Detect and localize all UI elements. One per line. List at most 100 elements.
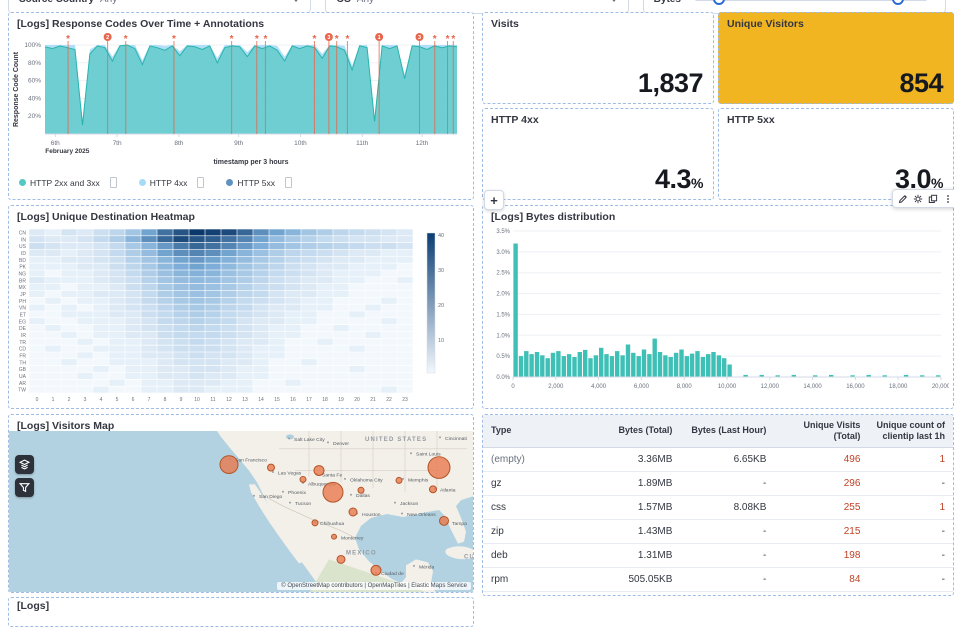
- settings-gear-icon[interactable]: [911, 192, 924, 205]
- svg-text:8,000: 8,000: [677, 384, 693, 390]
- table-cell: 84: [774, 567, 868, 591]
- legend-label: HTTP 2xx and 3xx: [30, 178, 100, 188]
- svg-text:2: 2: [68, 397, 71, 403]
- panel-hover-toolbar: [892, 189, 954, 208]
- layers-icon[interactable]: [15, 455, 34, 474]
- map-city-label: MEXICO: [346, 551, 377, 557]
- svg-text:40: 40: [438, 233, 444, 239]
- svg-text:11th: 11th: [356, 140, 369, 147]
- panel-title[interactable]: [Logs] Response Codes Over Time + Annota…: [9, 13, 473, 32]
- legend-swatch-icon: [139, 179, 146, 186]
- svg-text:BR: BR: [19, 278, 26, 284]
- map-city-label: Las Vegas: [278, 470, 302, 476]
- map-basemap[interactable]: Salt Lake CityDenverUNITED STATESCincinn…: [9, 431, 473, 593]
- bytes-range-slider[interactable]: [695, 0, 927, 1]
- visitor-marker[interactable]: [371, 565, 381, 575]
- edit-pencil-icon[interactable]: [896, 192, 909, 205]
- visitor-marker[interactable]: [430, 486, 437, 493]
- svg-text:US: US: [19, 244, 27, 250]
- table-cell: 1.89MB: [577, 471, 680, 495]
- metric-value: 854: [899, 68, 943, 99]
- visitor-marker[interactable]: [349, 508, 357, 516]
- visitor-marker[interactable]: [220, 456, 238, 474]
- table-cell: -: [868, 471, 953, 495]
- map-city-label: CUBA: [464, 554, 473, 560]
- panel-title[interactable]: [Logs]: [9, 598, 473, 614]
- add-panel-button[interactable]: +: [484, 190, 504, 210]
- panel-title[interactable]: Unique Visitors: [719, 13, 953, 32]
- svg-text:19: 19: [338, 397, 344, 403]
- table-cell: 1.57MB: [577, 495, 680, 519]
- visitor-marker[interactable]: [337, 555, 345, 563]
- table-row: css1.57MB8.08KB2551: [483, 495, 953, 519]
- visitor-marker[interactable]: [300, 476, 306, 482]
- svg-text:9th: 9th: [234, 140, 243, 147]
- svg-text:10,000: 10,000: [718, 384, 737, 390]
- panel-title[interactable]: [Logs] Unique Destination Heatmap: [9, 206, 473, 225]
- bytes-histogram-chart[interactable]: 0.0%0.5%1.0%1.5%2.0%2.5%3.0%3.5%02,0004,…: [483, 225, 949, 407]
- more-vertical-icon[interactable]: [941, 192, 954, 205]
- svg-text:*: *: [433, 34, 437, 45]
- svg-text:*: *: [451, 34, 455, 45]
- svg-text:10: 10: [194, 397, 200, 403]
- visitor-marker[interactable]: [314, 466, 324, 476]
- svg-text:11: 11: [210, 397, 215, 403]
- slider-handle-min[interactable]: [713, 0, 725, 5]
- visitor-marker[interactable]: [428, 457, 450, 479]
- panel-http4xx-metric: HTTP 4xx 4.3%: [482, 108, 714, 200]
- table-cell: -: [868, 567, 953, 591]
- visitor-marker[interactable]: [396, 477, 402, 483]
- svg-text:IR: IR: [21, 333, 26, 339]
- table-column-header[interactable]: Bytes (Total): [577, 415, 680, 447]
- visitor-marker[interactable]: [312, 520, 318, 526]
- legend-action-icon[interactable]: [110, 177, 117, 188]
- map-city-label: UNITED STATES: [365, 437, 427, 443]
- legend-item[interactable]: HTTP 4xx: [139, 178, 188, 188]
- svg-text:February 2025: February 2025: [45, 148, 89, 155]
- svg-text:*: *: [335, 34, 339, 45]
- svg-text:3: 3: [327, 35, 330, 41]
- svg-text:FR: FR: [19, 353, 26, 359]
- panel-title[interactable]: HTTP 4xx: [483, 109, 713, 128]
- svg-text:16,000: 16,000: [846, 384, 865, 390]
- legend-item[interactable]: HTTP 5xx: [226, 178, 275, 188]
- map-attribution[interactable]: © OpenStreetMap contributors | OpenMapTi…: [277, 582, 471, 590]
- visitor-marker[interactable]: [323, 482, 343, 502]
- visitor-marker[interactable]: [268, 464, 275, 471]
- heatmap-chart[interactable]: CNINUSIDBDPKNGBRMXJPPHVNETEGDEIRTRCDFRTH…: [9, 225, 469, 407]
- svg-text:1.0%: 1.0%: [496, 333, 510, 339]
- map-city-label: Houston: [362, 512, 381, 518]
- response-codes-chart[interactable]: 20%40%60%80%100%6thFebruary 20257th8th9t…: [9, 32, 469, 170]
- filter-tool-icon[interactable]: [15, 478, 34, 497]
- map-city-label: San Francisco: [235, 458, 267, 464]
- table-column-header[interactable]: Type: [483, 415, 577, 447]
- table-column-header[interactable]: Unique count of clientip last 1h: [868, 415, 953, 447]
- svg-text:3.5%: 3.5%: [496, 229, 510, 235]
- panel-destination-heatmap: [Logs] Unique Destination Heatmap CNINUS…: [8, 205, 474, 409]
- legend-action-icon[interactable]: [285, 177, 292, 188]
- table-cell: 6.65KB: [680, 447, 774, 471]
- table-cell: 3.36MB: [577, 447, 680, 471]
- table-column-header[interactable]: Bytes (Last Hour): [680, 415, 774, 447]
- legend-label: HTTP 5xx: [237, 178, 275, 188]
- svg-text:*: *: [124, 34, 128, 45]
- legend-action-icon[interactable]: [197, 177, 204, 188]
- control-label: OS: [336, 0, 350, 5]
- map-city-label: Phoenix: [288, 490, 307, 496]
- slider-handle-max[interactable]: [892, 0, 904, 5]
- copy-icon[interactable]: [926, 192, 939, 205]
- table-cell: 215: [774, 519, 868, 543]
- panel-title[interactable]: HTTP 5xx: [719, 109, 953, 128]
- panel-title[interactable]: [Logs] Bytes distribution: [483, 206, 953, 225]
- svg-text:12th: 12th: [416, 140, 429, 147]
- table-cell: -: [868, 543, 953, 567]
- panel-title[interactable]: Visits: [483, 13, 713, 32]
- map-canvas[interactable]: Salt Lake CityDenverUNITED STATESCincinn…: [9, 431, 473, 592]
- table-column-header[interactable]: Unique Visits (Total): [774, 415, 868, 447]
- visitor-marker[interactable]: [358, 487, 364, 493]
- legend-item[interactable]: HTTP 2xx and 3xx: [19, 178, 100, 188]
- visitor-marker[interactable]: [440, 516, 449, 525]
- visitor-marker[interactable]: [332, 534, 337, 539]
- map-city-label: Tucson: [295, 501, 311, 507]
- panel-unique-visitors-metric: Unique Visitors 854: [718, 12, 954, 104]
